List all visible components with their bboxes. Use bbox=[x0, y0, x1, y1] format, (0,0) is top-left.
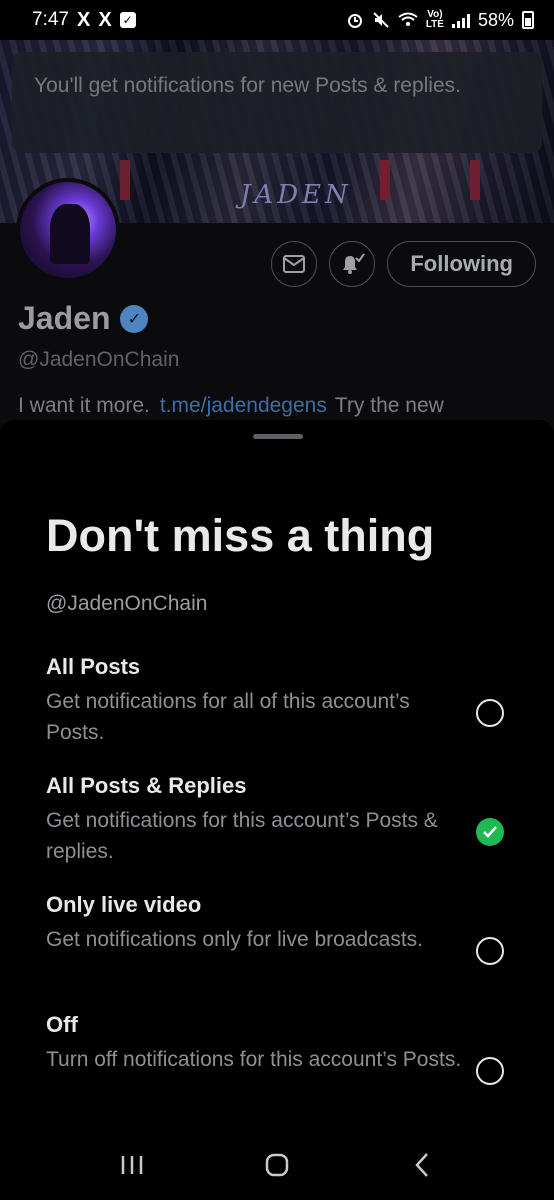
home-icon bbox=[265, 1153, 289, 1177]
notification-toast: You'll get notifications for new Posts &… bbox=[12, 52, 542, 153]
back-icon bbox=[414, 1153, 428, 1177]
bio-link[interactable]: t.me/jadendegens bbox=[160, 394, 327, 417]
profile-bio: I want it more. t.me/jadendegens Try the n… bbox=[18, 394, 444, 418]
option-description: Turn off notifications for this account’… bbox=[46, 1048, 462, 1071]
radio-all-posts[interactable] bbox=[476, 699, 504, 727]
option-off[interactable]: Off Turn off notifications for this acco… bbox=[0, 1010, 554, 1085]
profile-actions: Following bbox=[271, 241, 536, 287]
option-description: Get notifications for all of this accoun… bbox=[46, 690, 410, 744]
checkbox-notification-icon: ✓ bbox=[119, 12, 136, 28]
bell-check-icon bbox=[343, 253, 366, 274]
android-nav-bar bbox=[0, 1130, 554, 1200]
volte-lte-icon: Vo) LTE bbox=[426, 10, 444, 30]
sheet-grabber[interactable] bbox=[253, 434, 303, 439]
option-title: All Posts & Replies bbox=[46, 773, 247, 798]
bio-text: I want it more. bbox=[18, 394, 150, 417]
option-title: All Posts bbox=[46, 654, 141, 679]
status-bar: 7:47 X X ✓ Vo) LTE 58% bbox=[0, 0, 554, 40]
option-title: Only live video bbox=[46, 892, 202, 917]
lte-label: LTE bbox=[425, 19, 444, 30]
battery-icon bbox=[522, 11, 534, 29]
option-description: Get notifications for this account’s Pos… bbox=[46, 809, 438, 863]
back-button[interactable] bbox=[392, 1140, 452, 1190]
status-right: Vo) LTE 58% bbox=[346, 10, 534, 31]
option-title: Off bbox=[46, 1012, 78, 1037]
recents-button[interactable] bbox=[102, 1140, 162, 1190]
signal-icon bbox=[451, 12, 470, 28]
option-all-posts-replies[interactable]: All Posts & Replies Get notifications fo… bbox=[0, 771, 554, 867]
alarm-icon bbox=[347, 14, 362, 28]
battery-percent: 58% bbox=[477, 9, 514, 30]
message-button[interactable] bbox=[271, 241, 318, 287]
profile-handle: @JadenOnChain bbox=[18, 348, 180, 371]
avatar[interactable] bbox=[16, 178, 120, 282]
check-icon bbox=[483, 826, 497, 838]
profile-name-row: Jaden ✓ bbox=[18, 300, 149, 337]
option-description: Get notifications only for live broadcas… bbox=[46, 928, 424, 951]
profile-name: Jaden bbox=[18, 300, 111, 336]
home-button[interactable] bbox=[247, 1140, 307, 1190]
status-time: 7:47 bbox=[32, 9, 69, 30]
notifications-button[interactable] bbox=[329, 241, 376, 287]
sheet-handle: @JadenOnChain bbox=[46, 592, 208, 615]
option-only-live-video[interactable]: Only live video Get notifications only f… bbox=[0, 890, 554, 965]
mail-icon bbox=[283, 255, 306, 273]
radio-off[interactable] bbox=[476, 1057, 504, 1085]
mute-icon bbox=[373, 12, 389, 28]
banner-wordmark: JADEN bbox=[240, 180, 352, 210]
radio-only-live-video[interactable] bbox=[476, 937, 504, 965]
sheet-title: Don't miss a thing bbox=[46, 510, 435, 561]
following-button[interactable]: Following bbox=[387, 241, 536, 287]
radio-all-posts-replies[interactable] bbox=[476, 818, 504, 846]
wifi-icon bbox=[398, 12, 418, 26]
notification-settings-sheet: Don't miss a thing @JadenOnChain All Pos… bbox=[0, 420, 554, 1200]
status-left: 7:47 X X ✓ bbox=[32, 9, 136, 32]
option-all-posts[interactable]: All Posts Get notifications for all of t… bbox=[0, 652, 554, 748]
verified-badge-icon: ✓ bbox=[120, 304, 149, 333]
recents-icon bbox=[122, 1156, 143, 1174]
x-app-icon: X bbox=[76, 8, 91, 31]
bio-text-suffix: Try the new bbox=[334, 394, 444, 417]
x-app-icon: X bbox=[98, 8, 112, 31]
